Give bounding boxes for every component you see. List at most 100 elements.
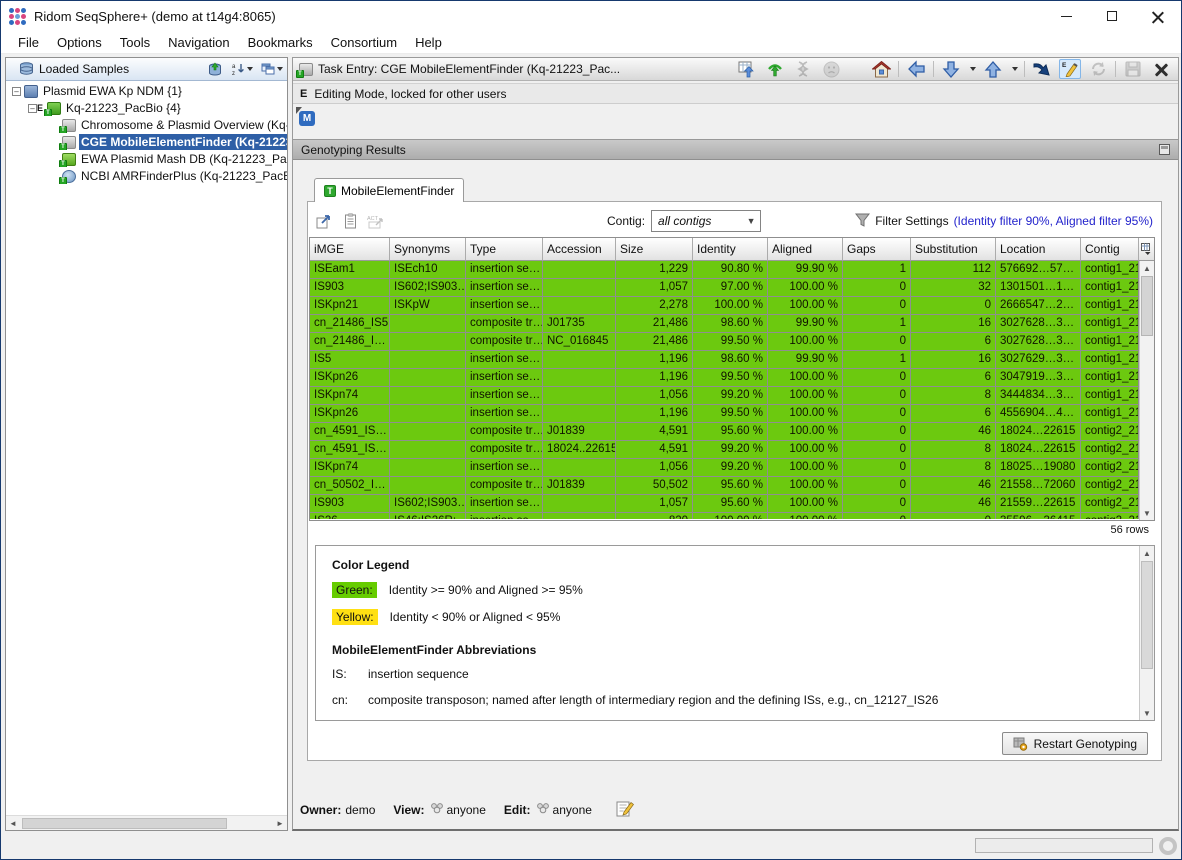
table-cell: 21559…22615 [996, 495, 1081, 513]
menu-consortium[interactable]: Consortium [322, 33, 406, 52]
contig-select[interactable]: all contigs ▼ [651, 210, 761, 232]
tree-item-project[interactable]: Plasmid EWA Kp NDM {1} [41, 83, 184, 99]
column-header-aligned[interactable]: Aligned [768, 238, 843, 261]
tree-item-amrfinder[interactable]: NCBI AMRFinderPlus (Kq-21223_PacBio) [79, 168, 287, 184]
down-arrow-caret[interactable] [970, 67, 976, 71]
upload-antenna-icon[interactable] [764, 59, 786, 79]
table-row[interactable]: cn_50502_I…composite tr…J0183950,50295.6… [310, 477, 1139, 495]
tree-item-sample[interactable]: Kq-21223_PacBio {4} [64, 100, 183, 116]
table-row[interactable]: ISKpn74insertion se…1,05699.20 %100.00 %… [310, 459, 1139, 477]
tree-item-mobileelementfinder-selected[interactable]: CGE MobileElementFinder (Kq-21223 [79, 134, 287, 150]
table-row[interactable]: IS903IS602;IS903…insertion se…1,05795.60… [310, 495, 1139, 513]
table-row[interactable]: ISKpn74insertion se…1,05699.20 %100.00 %… [310, 387, 1139, 405]
scroll-down-icon[interactable]: ▼ [1140, 506, 1154, 520]
mashdb-task-icon: T [62, 153, 76, 166]
back-icon[interactable] [905, 59, 927, 79]
export-database-icon[interactable] [207, 62, 223, 77]
table-vertical-scrollbar[interactable]: ▲ ▼ [1139, 261, 1154, 520]
up-arrow-caret[interactable] [1012, 67, 1018, 71]
menu-help[interactable]: Help [406, 33, 451, 52]
table-row[interactable]: cn_21486_IS5composite tr…J0173521,48698.… [310, 315, 1139, 333]
scroll-down-icon[interactable]: ▼ [1140, 706, 1154, 720]
sad-face-icon[interactable] [820, 59, 842, 79]
legend-text: Identity < 90% or Aligned < 95% [390, 610, 561, 624]
column-header-substitution[interactable]: Substitution [911, 238, 996, 261]
table-row[interactable]: cn_21486_I…composite tr…NC_01684521,4869… [310, 333, 1139, 351]
abbr-text: insertion sequence [368, 667, 469, 681]
column-header-accession[interactable]: Accession [543, 238, 616, 261]
menu-tools[interactable]: Tools [111, 33, 159, 52]
column-header-location[interactable]: Location [996, 238, 1081, 261]
menu-navigation[interactable]: Navigation [159, 33, 238, 52]
legend-scrollbar[interactable]: ▲ ▼ [1139, 546, 1154, 720]
column-header-contig[interactable]: Contig [1081, 238, 1139, 261]
save-icon[interactable] [1122, 59, 1144, 79]
refresh-icon[interactable] [1087, 59, 1109, 79]
tab-mobileelementfinder[interactable]: T MobileElementFinder [314, 178, 464, 202]
column-header-gaps[interactable]: Gaps [843, 238, 911, 261]
green-swatch: Green: [332, 582, 377, 598]
up-arrow-icon[interactable] [982, 59, 1004, 79]
column-header-synonyms[interactable]: Synonyms [390, 238, 466, 261]
table-row[interactable]: IS903IS602;IS903…insertion se…1,05797.00… [310, 279, 1139, 297]
svg-text:a: a [232, 64, 236, 70]
close-button[interactable] [1135, 1, 1181, 31]
minimize-button[interactable] [1043, 1, 1089, 31]
home-icon[interactable] [870, 59, 892, 79]
column-header-size[interactable]: Size [616, 238, 693, 261]
menu-bookmarks[interactable]: Bookmarks [239, 33, 322, 52]
close-task-icon[interactable] [1150, 59, 1172, 79]
restart-genotyping-button[interactable]: Restart Genotyping [1002, 732, 1148, 755]
scroll-left-icon[interactable]: ◄ [6, 819, 20, 828]
export-icon[interactable] [314, 212, 334, 230]
dna-icon[interactable] [792, 59, 814, 79]
submit-table-icon[interactable] [736, 59, 758, 79]
scroll-up-icon[interactable]: ▲ [1140, 546, 1154, 560]
down-arrow-icon[interactable] [940, 59, 962, 79]
table-row[interactable]: ISKpn26insertion se…1,19699.50 %100.00 %… [310, 405, 1139, 423]
scroll-right-icon[interactable]: ► [273, 819, 287, 828]
filter-info-link[interactable]: (Identity filter 90%, Aligned filter 95%… [954, 214, 1153, 228]
tree-item-overview[interactable]: Chromosome & Plasmid Overview (Kq-2122 [79, 117, 287, 133]
scrollbar-thumb[interactable] [22, 818, 227, 829]
scroll-up-icon[interactable]: ▲ [1140, 261, 1154, 275]
table-row[interactable]: ISKpn26insertion se…1,19699.50 %100.00 %… [310, 369, 1139, 387]
table-cell: 97.00 % [693, 279, 768, 297]
maximize-button[interactable] [1089, 1, 1135, 31]
editing-mode-text: Editing Mode, locked for other users [314, 87, 506, 101]
scrollbar-thumb[interactable] [1141, 276, 1153, 336]
table-row[interactable]: IS5insertion se…1,19698.60 %99.90 %11630… [310, 351, 1139, 369]
column-header-imge[interactable]: iMGE [310, 238, 390, 261]
tree-row: T Chromosome & Plasmid Overview (Kq-2122 [6, 117, 287, 133]
table-cell: 99.90 % [768, 261, 843, 279]
table-row[interactable]: cn_4591_IS…composite tr…18024..226154,59… [310, 441, 1139, 459]
column-header-type[interactable]: Type [466, 238, 543, 261]
filter-settings-link[interactable]: Filter Settings [875, 214, 948, 228]
column-header-identity[interactable]: Identity [693, 238, 768, 261]
window-layout-icon[interactable] [261, 63, 283, 75]
goto-end-icon[interactable] [1031, 59, 1053, 79]
tree-item-mashdb[interactable]: EWA Plasmid Mash DB (Kq-21223_PacBio) [79, 151, 287, 167]
tree-horizontal-scrollbar[interactable]: ◄ ► [6, 815, 287, 830]
table-row[interactable]: ISEam1ISEch10insertion se…1,22990.80 %99… [310, 261, 1139, 279]
table-row[interactable]: cn_4591_IS…composite tr…J018394,59195.60… [310, 423, 1139, 441]
table-row[interactable]: IS26IS46;IS26R;…insertion se…820100.00 %… [310, 513, 1139, 519]
detach-icon[interactable] [1159, 144, 1170, 155]
column-chooser-icon[interactable] [1139, 238, 1154, 261]
tree-expander[interactable]: – [12, 87, 21, 96]
tree-expander[interactable]: – [28, 104, 37, 113]
panel-title: Loaded Samples [39, 62, 199, 76]
export-sequences-icon[interactable]: ACT [366, 212, 386, 230]
menu-file[interactable]: File [9, 33, 48, 52]
edit-mode-icon[interactable]: E [1059, 59, 1081, 79]
table-cell: 99.90 % [768, 315, 843, 333]
table-row[interactable]: ISKpn21ISKpWinsertion se…2,278100.00 %10… [310, 297, 1139, 315]
table-cell: IS602;IS903… [390, 279, 466, 297]
table-cell: cn_4591_IS… [310, 423, 390, 441]
copy-table-icon[interactable] [340, 212, 360, 230]
legend-panel: Color Legend Green: Identity >= 90% and … [315, 545, 1155, 721]
sort-icon[interactable]: az [231, 62, 253, 76]
scrollbar-thumb[interactable] [1141, 561, 1153, 669]
edit-permissions-icon[interactable] [616, 800, 634, 820]
menu-options[interactable]: Options [48, 33, 111, 52]
